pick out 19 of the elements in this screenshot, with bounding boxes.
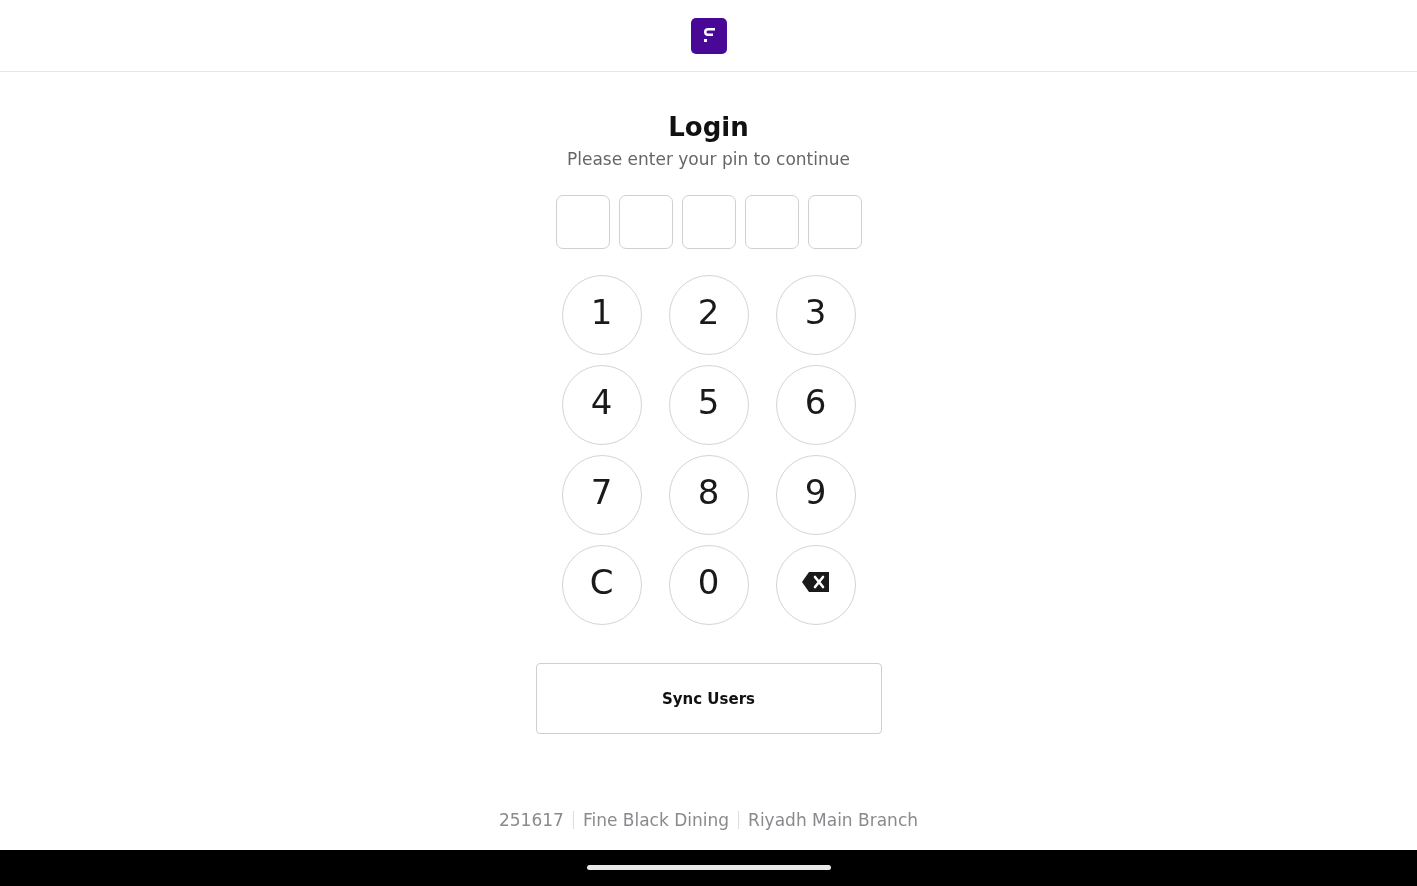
footer-text: Fine Black Dining <box>582 810 730 830</box>
keypad-key[interactable]: 8 <box>668 455 749 535</box>
backspace-icon <box>802 572 829 592</box>
keypad-key[interactable]: 7 <box>561 455 642 535</box>
keypad-key[interactable]: 3 <box>775 275 856 355</box>
login-title: Login <box>668 112 749 142</box>
keypad-key[interactable]: 0 <box>668 545 749 625</box>
keypad-key[interactable]: 4 <box>561 365 642 445</box>
keypad-key[interactable]: C <box>561 545 642 625</box>
keypad-key[interactable]: 2 <box>668 275 749 355</box>
keypad-key[interactable]: 6 <box>775 365 856 445</box>
footer-text: 251617 <box>499 810 564 830</box>
app-logo-icon <box>690 17 727 54</box>
login-subtitle: Please enter your pin to continue <box>566 148 850 170</box>
keypad-key[interactable]: 5 <box>668 365 749 445</box>
sync-users-button[interactable]: Sync Users <box>535 663 882 734</box>
footer-text: Riyadh Main Branch <box>748 810 918 830</box>
keypad-key[interactable]: 9 <box>775 455 856 535</box>
keypad-key[interactable]: 1 <box>561 275 642 355</box>
